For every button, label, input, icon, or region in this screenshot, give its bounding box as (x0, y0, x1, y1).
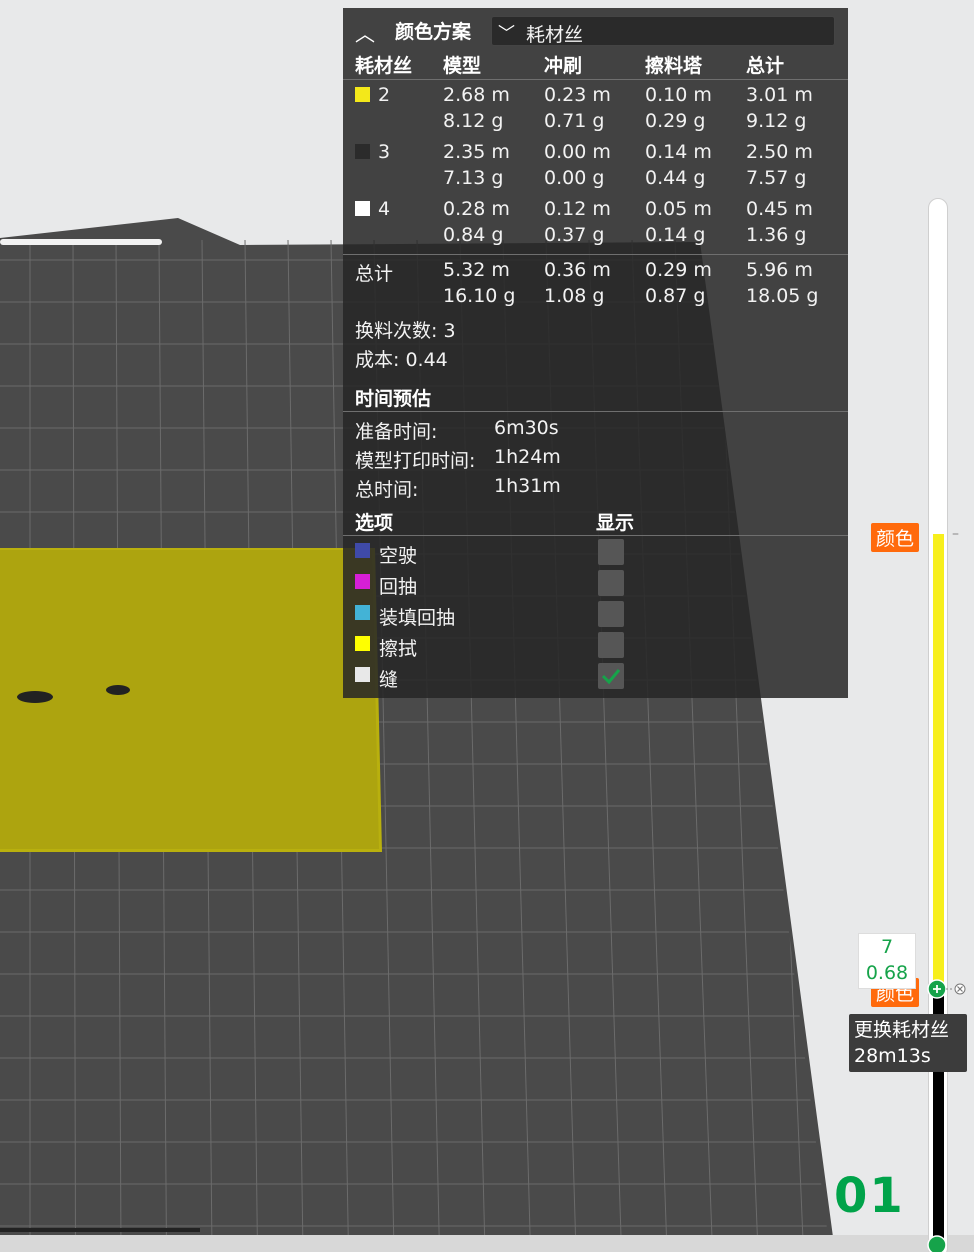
option-show-checkbox[interactable] (598, 632, 624, 658)
filament-color-swatch (355, 87, 370, 102)
legend-panel: ︿ 颜色方案 ﹀ 耗材丝 耗材丝 模型 冲刷 擦料塔 总计 2 2.68 m 8.12 g0… (343, 8, 848, 698)
option-color-swatch (355, 636, 370, 651)
column-header: 总计 (746, 55, 785, 77)
time-value: 6m30s (494, 417, 559, 439)
collapse-icon[interactable]: ︿ (355, 18, 375, 47)
filament-tower-weight: 0.14 g (645, 224, 706, 246)
show-title: 显示 (596, 512, 635, 534)
layer-height: 0.68 (865, 962, 909, 984)
layer-number: 7 (880, 936, 894, 958)
summary-tower-weight: 0.87 g (645, 285, 706, 307)
layer-readout: 7 0.68 (858, 933, 916, 989)
filament-flush-length: 0.00 m (544, 141, 611, 163)
cost: 成本: 0.44 (355, 349, 448, 371)
filament-total-length: 3.01 m (746, 84, 813, 106)
filament-color-swatch (355, 201, 370, 216)
option-show-checkbox[interactable] (598, 663, 624, 689)
filament-tower-length: 0.10 m (645, 84, 712, 106)
summary-total-weight: 18.05 g (746, 285, 819, 307)
filament-model-length: 0.28 m (443, 198, 510, 220)
color-scheme-select[interactable]: ﹀ 耗材丝 (491, 16, 835, 46)
filament-tower-length: 0.14 m (645, 141, 712, 163)
slider-bottom-handle[interactable] (926, 1234, 950, 1252)
summary-flush-length: 0.36 m (544, 259, 611, 281)
filament-flush-weight: 0.00 g (544, 167, 605, 189)
column-header: 擦料塔 (645, 55, 703, 77)
filament-id: 4 (378, 198, 391, 220)
option-show-checkbox[interactable] (598, 570, 624, 596)
filament-tower-weight: 0.44 g (645, 167, 706, 189)
filament-flush-length: 0.23 m (544, 84, 611, 106)
filament-total-weight: 1.36 g (746, 224, 807, 246)
color-tag-top[interactable]: 颜色 (871, 523, 920, 552)
filament-model-weight: 8.12 g (443, 110, 504, 132)
option-label: 缝 (379, 669, 399, 691)
summary-model-length: 5.32 m (443, 259, 510, 281)
time-label: 准备时间: (355, 421, 438, 443)
option-label: 回抽 (379, 576, 418, 598)
column-header: 耗材丝 (355, 55, 413, 77)
tooltip-time: 28m13s (854, 1045, 931, 1067)
option-show-checkbox[interactable] (598, 539, 624, 565)
filament-flush-length: 0.12 m (544, 198, 611, 220)
time-label: 总时间: (355, 479, 419, 501)
filament-total-length: 2.50 m (746, 141, 813, 163)
column-header: 模型 (443, 55, 482, 77)
time-estimate-title: 时间预估 (355, 388, 432, 410)
tooltip-title: 更换耗材丝 (854, 1019, 950, 1041)
filament-total-weight: 9.12 g (746, 110, 807, 132)
slider-handle[interactable] (926, 978, 970, 1002)
slider-top-mark: – (952, 526, 959, 542)
option-color-swatch (355, 667, 370, 682)
column-header: 冲刷 (544, 55, 583, 77)
option-label: 装填回抽 (379, 607, 456, 629)
color-scheme-title: 颜色方案 (395, 21, 472, 43)
filament-change-tooltip: 更换耗材丝 28m13s (849, 1014, 967, 1072)
options-title: 选项 (355, 512, 394, 534)
filament-changes: 换料次数: 3 (355, 320, 456, 342)
filament-flush-weight: 0.37 g (544, 224, 605, 246)
time-value: 1h31m (494, 475, 561, 497)
summary-flush-weight: 1.08 g (544, 285, 605, 307)
option-label: 擦拭 (379, 638, 418, 660)
grid-line (847, 240, 895, 1252)
filament-model-length: 2.68 m (443, 84, 510, 106)
filament-model-weight: 0.84 g (443, 224, 504, 246)
filament-model-length: 2.35 m (443, 141, 510, 163)
option-label: 空驶 (379, 545, 418, 567)
summary-tower-length: 0.29 m (645, 259, 712, 281)
plate-number: 01 (834, 1168, 905, 1224)
filament-total-length: 0.45 m (746, 198, 813, 220)
filament-id: 2 (378, 84, 391, 106)
filament-id: 3 (378, 141, 391, 163)
option-show-checkbox[interactable] (598, 601, 624, 627)
filament-model-weight: 7.13 g (443, 167, 504, 189)
slider-yellow-segment (933, 534, 944, 986)
option-color-swatch (355, 605, 370, 620)
remove-change-icon (954, 983, 966, 995)
option-color-swatch (355, 574, 370, 589)
filament-tower-length: 0.05 m (645, 198, 712, 220)
summary-label: 总计 (355, 263, 394, 285)
time-label: 模型打印时间: (355, 450, 476, 472)
filament-color-swatch (355, 144, 370, 159)
color-scheme-value: 耗材丝 (526, 24, 584, 46)
summary-total-length: 5.96 m (746, 259, 813, 281)
time-value: 1h24m (494, 446, 561, 468)
option-color-swatch (355, 543, 370, 558)
checkmark-icon (601, 669, 621, 685)
filament-flush-weight: 0.71 g (544, 110, 605, 132)
filament-total-weight: 7.57 g (746, 167, 807, 189)
summary-model-weight: 16.10 g (443, 285, 516, 307)
filament-tower-weight: 0.29 g (645, 110, 706, 132)
3d-viewport[interactable]: ︿ 颜色方案 ﹀ 耗材丝 耗材丝 模型 冲刷 擦料塔 总计 2 2.68 m 8.12 g0… (0, 0, 974, 1252)
chevron-down-icon: ﹀ (498, 24, 515, 44)
